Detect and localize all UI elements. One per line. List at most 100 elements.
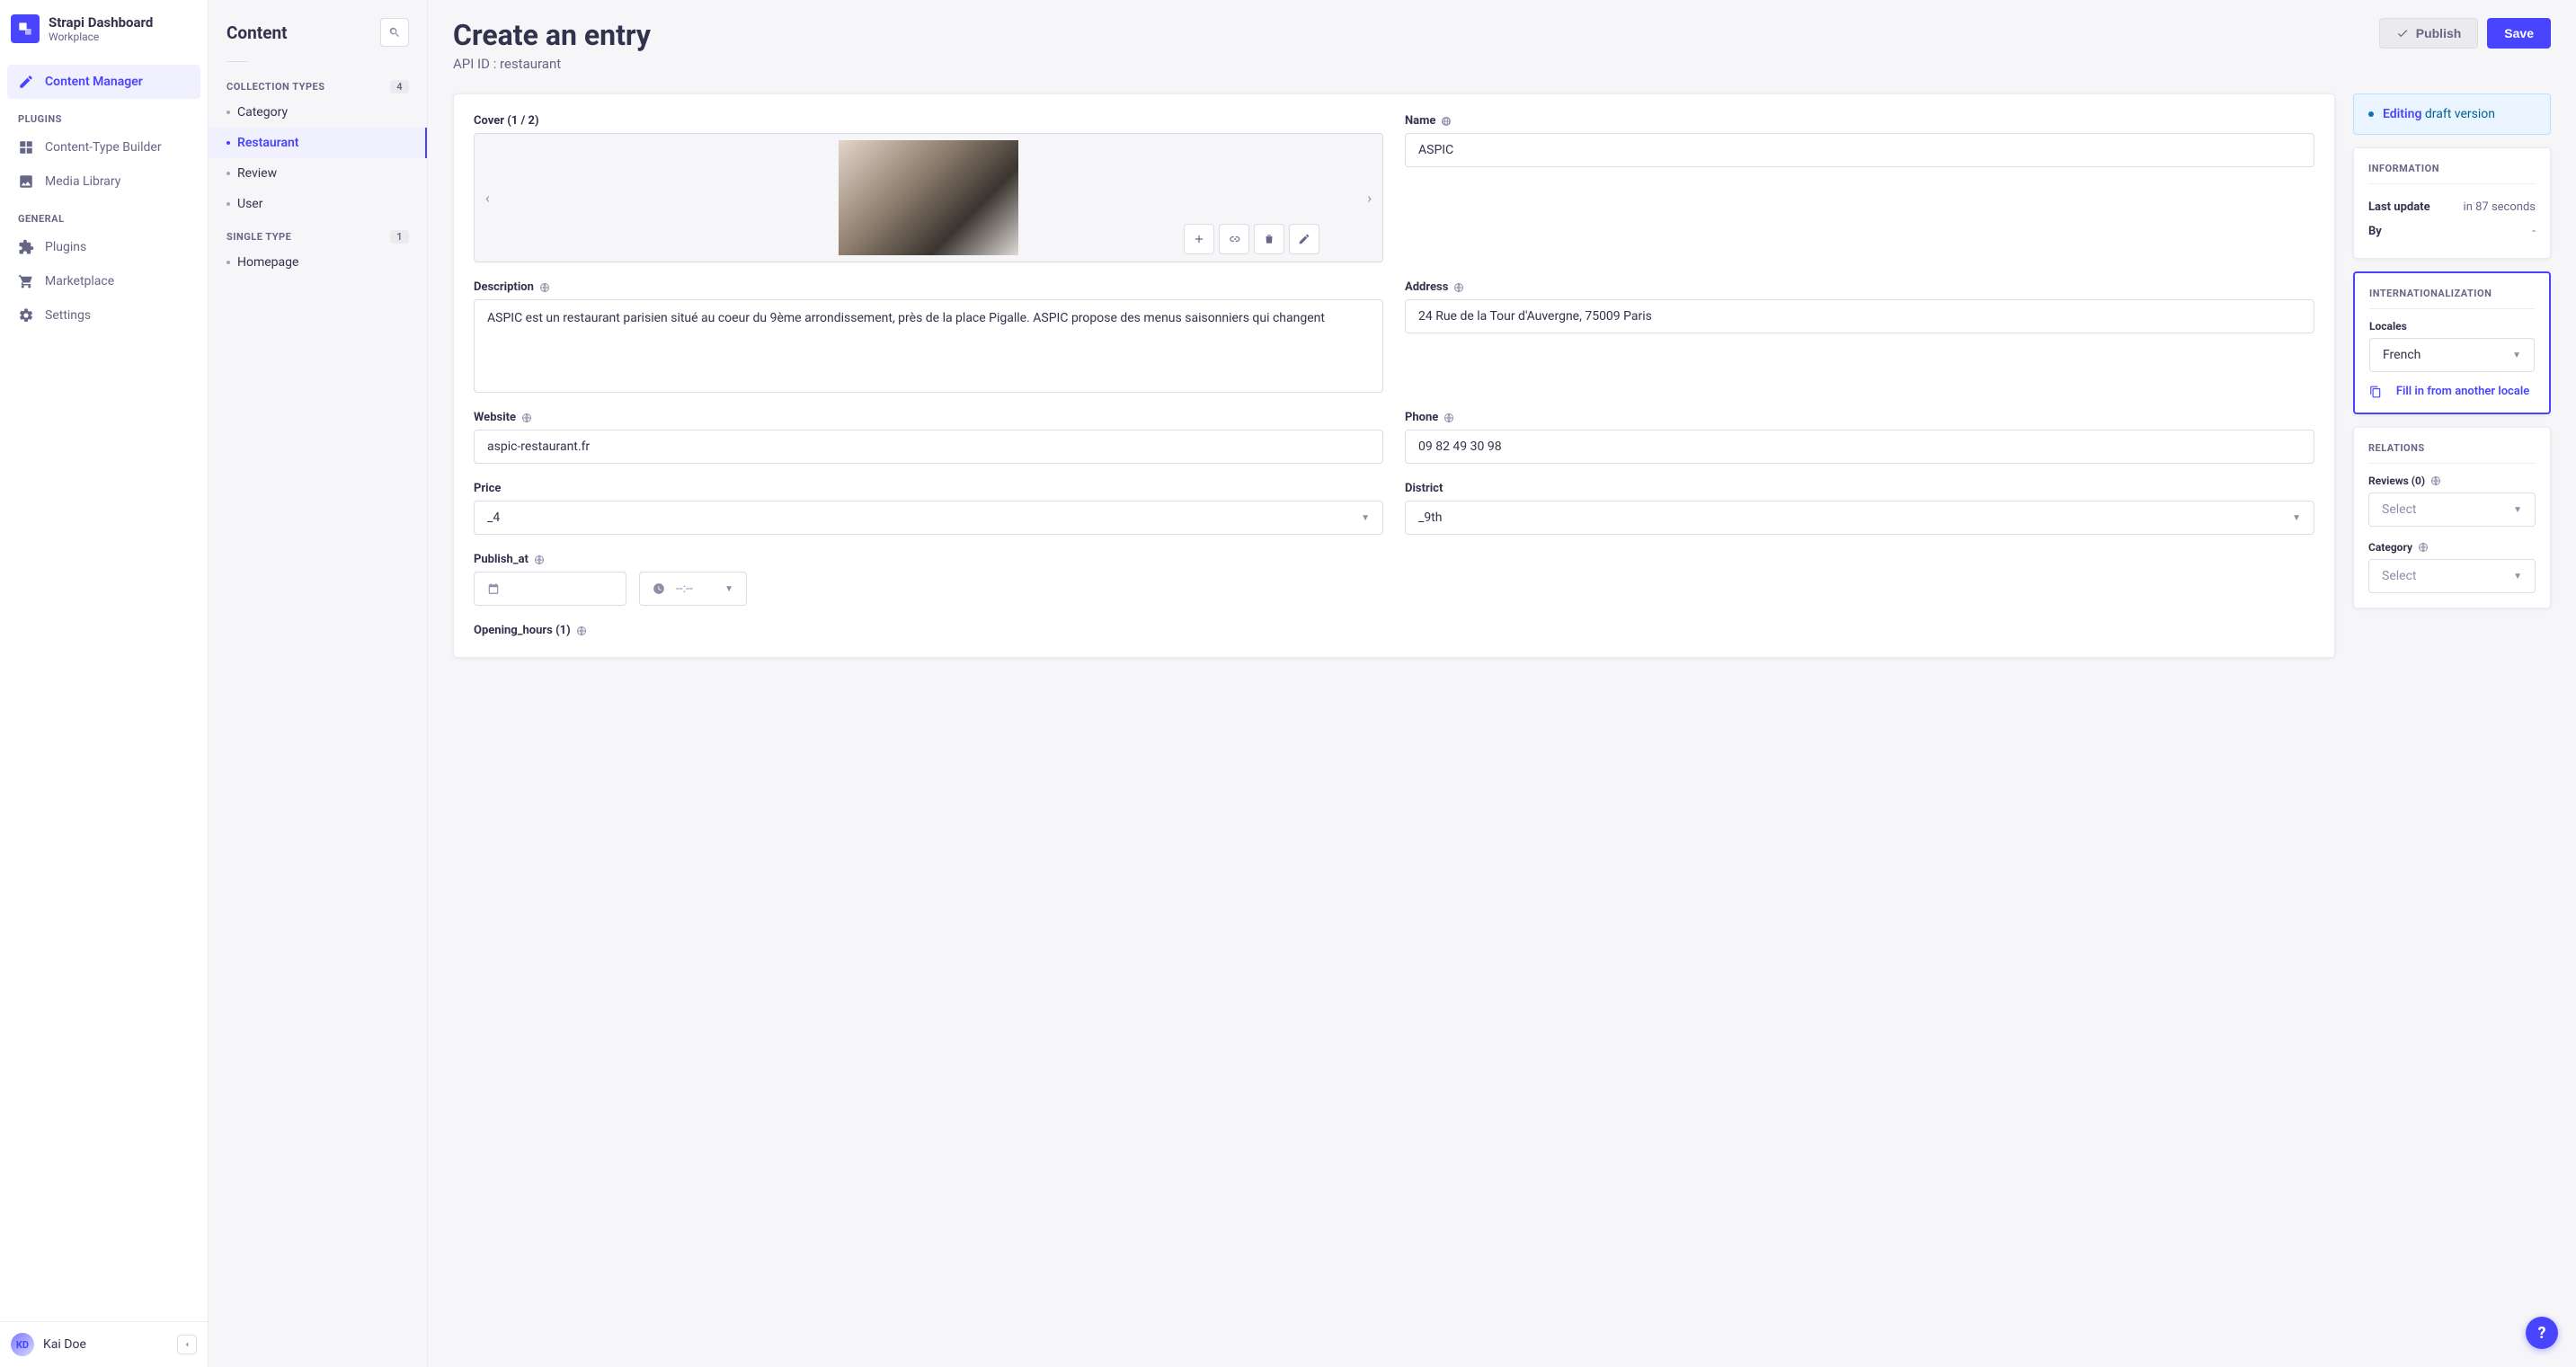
chevron-down-icon: ▼ [2513,505,2522,515]
cover-add-button[interactable] [1184,224,1214,254]
category-select[interactable]: Select▼ [2368,559,2536,593]
field-phone: Phone [1405,411,2314,464]
time-picker[interactable]: --:--▼ [639,572,747,606]
status-banner: Editing draft version [2353,93,2551,135]
opening-hours-label: Opening_hours (1) [474,624,2314,637]
page-title: Create an entry [453,18,651,52]
chevron-down-icon: ▼ [724,584,733,594]
address-input[interactable] [1405,299,2314,333]
information-title: INFORMATION [2368,163,2536,184]
i18n-panel: INTERNATIONALIZATION Locales French▼ Fil… [2353,271,2551,414]
user-avatar[interactable]: KD [11,1333,34,1356]
website-label: Website [474,411,1383,424]
page-subtitle: API ID : restaurant [453,56,651,72]
category-label: Category [2368,541,2536,554]
name-label: Name [1405,114,2314,128]
cover-media-box: ‹ › [474,133,1383,262]
field-price: Price _4▼ [474,482,1383,535]
side-column: Editing draft version INFORMATION Last u… [2353,93,2551,608]
search-icon [388,26,401,39]
nav-section-plugins: PLUGINS [7,99,200,130]
globe-icon [1443,413,1454,423]
website-input[interactable] [474,430,1383,464]
nav-plugins[interactable]: Plugins [7,230,200,264]
form-card: Cover (1 / 2) ‹ › [453,93,2335,658]
content-item-category[interactable]: Category [209,97,427,128]
search-button[interactable] [380,18,409,47]
content-item-homepage[interactable]: Homepage [209,247,427,278]
info-by: By - [2368,219,2536,244]
description-label: Description [474,280,1383,294]
reviews-select[interactable]: Select▼ [2368,493,2536,527]
globe-icon [521,413,532,423]
nav-content-type-builder[interactable]: Content-Type Builder [7,130,200,164]
address-label: Address [1405,280,2314,294]
nav-marketplace[interactable]: Marketplace [7,264,200,298]
cover-link-button[interactable] [1219,224,1249,254]
cover-delete-button[interactable] [1254,224,1284,254]
collapse-sidebar-button[interactable] [177,1335,197,1354]
cover-prev-button[interactable]: ‹ [480,184,495,212]
single-type-header: SINGLE TYPE 1 [209,219,427,247]
help-button[interactable]: ? [2526,1317,2558,1349]
chevron-left-icon [182,1340,191,1349]
nav-section-general: GENERAL [7,199,200,230]
nav-settings[interactable]: Settings [7,298,200,333]
globe-icon [2430,475,2441,486]
save-button[interactable]: Save [2487,18,2551,49]
reviews-label: Reviews (0) [2368,475,2536,487]
content-item-review[interactable]: Review [209,158,427,189]
field-publish-at: Publish_at --:--▼ [474,553,2314,606]
collection-count-badge: 4 [390,80,409,93]
globe-icon [2418,542,2429,553]
copy-icon [2369,386,2382,398]
price-select[interactable]: _4▼ [474,501,1383,535]
field-name: Name [1405,114,2314,262]
cover-image [839,140,1018,255]
fill-from-locale-link[interactable]: Fill in from another locale [2369,385,2535,398]
user-name: Kai Doe [43,1337,86,1352]
cover-next-button[interactable]: › [1362,184,1377,212]
chevron-down-icon: ▼ [2513,572,2522,581]
puzzle-icon [18,239,34,255]
globe-icon [539,282,550,293]
divider [227,61,248,62]
nav-content-manager[interactable]: Content Manager [7,65,200,99]
chevron-down-icon: ▼ [2292,513,2301,523]
publish-at-label: Publish_at [474,553,2314,566]
description-textarea[interactable] [474,299,1383,393]
pencil-icon [18,74,34,90]
field-address: Address [1405,280,2314,393]
layout-icon [18,139,34,155]
pencil-icon [1298,233,1310,245]
link-icon [1228,233,1240,245]
field-description: Description [474,280,1383,393]
main-content: Create an entry API ID : restaurant Publ… [428,0,2576,1367]
content-item-restaurant[interactable]: Restaurant [209,128,427,158]
relations-title: RELATIONS [2368,442,2536,464]
publish-button[interactable]: Publish [2379,18,2479,49]
relations-panel: RELATIONS Reviews (0) Select▼ Category S… [2353,427,2551,608]
phone-input[interactable] [1405,430,2314,464]
district-select[interactable]: _9th▼ [1405,501,2314,535]
cover-edit-button[interactable] [1289,224,1319,254]
nav-media-library[interactable]: Media Library [7,164,200,199]
sidebar-header: Strapi Dashboard Workplace [0,0,208,58]
status-dot-icon [2368,111,2374,117]
name-input[interactable] [1405,133,2314,167]
sidebar-footer: KD Kai Doe [0,1321,208,1367]
collection-types-header: COLLECTION TYPES 4 [209,69,427,97]
calendar-icon [487,582,500,595]
field-website: Website [474,411,1383,464]
locales-select[interactable]: French▼ [2369,338,2535,372]
content-item-user[interactable]: User [209,189,427,219]
check-icon [2396,27,2409,40]
field-opening-hours: Opening_hours (1) [474,624,2314,637]
content-panel: Content COLLECTION TYPES 4 Category Rest… [209,0,428,1367]
date-picker[interactable] [474,572,626,606]
plus-icon [1193,233,1205,245]
globe-icon [1441,116,1452,127]
field-district: District _9th▼ [1405,482,2314,535]
i18n-title: INTERNATIONALIZATION [2369,288,2535,309]
sidebar-nav: Content Manager PLUGINS Content-Type Bui… [0,58,208,1321]
